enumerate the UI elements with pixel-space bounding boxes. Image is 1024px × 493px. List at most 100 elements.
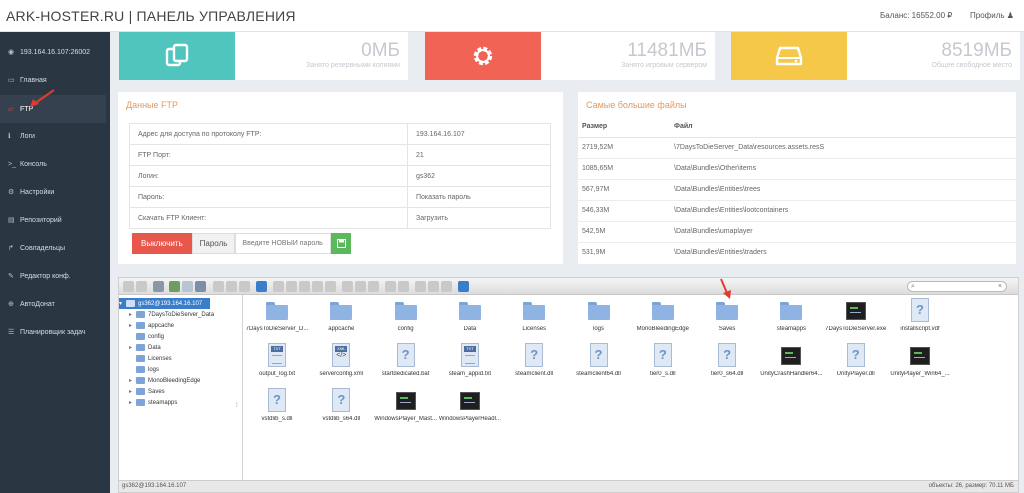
tree-item[interactable]: ▸ Saves <box>129 386 165 397</box>
tree-item[interactable]: ▸ Data <box>129 342 161 353</box>
file-size: 567,97M <box>578 178 670 200</box>
file-name: logs <box>592 326 604 332</box>
red-arrow-annotation <box>30 89 55 107</box>
unknown-file-icon: ? <box>268 388 286 412</box>
sidebar-item-label: Главная <box>20 76 47 84</box>
sidebar-item-settings[interactable]: ⚙ Настройки <box>0 178 106 206</box>
download-icon[interactable] <box>226 281 237 292</box>
save-icon[interactable] <box>195 281 206 292</box>
back-icon[interactable] <box>123 281 134 292</box>
sort-icon[interactable] <box>441 281 452 292</box>
tree-item[interactable]: config <box>129 331 164 342</box>
table-row: FTP Порт: 21 <box>129 144 551 166</box>
tree-label: Licenses <box>148 355 172 362</box>
sidebar-item-label: Консоль <box>20 160 47 168</box>
stat-caption: Общее свободное место <box>931 62 1012 69</box>
executable-icon <box>781 347 802 365</box>
file-name: UnityCrashHandler64... <box>760 371 823 377</box>
folder-icon <box>523 302 546 320</box>
file-grid: 7DaysToDieServer_D... appcache config Data L… <box>243 295 1018 480</box>
close-icon[interactable]: × <box>998 282 1002 291</box>
table-row: 546,33M \Data\Bundles\Entities\lootcontai… <box>578 199 1016 221</box>
help-icon[interactable] <box>458 281 469 292</box>
column-size: Размер <box>578 117 670 138</box>
sidebar-item-logs[interactable]: ℹ Логи <box>0 122 106 150</box>
profile-menu[interactable]: Профиль ♟ <box>970 11 1014 20</box>
tree-item[interactable]: ▸ MonoBleedingEdge <box>129 375 200 386</box>
tree-label: gs362@193.164.16.107 <box>138 300 203 307</box>
view-icon[interactable] <box>273 281 284 292</box>
executable-icon <box>459 392 480 410</box>
tree-item[interactable]: ▸ appcache <box>129 320 174 331</box>
red-arrow-annotation <box>720 278 731 299</box>
file-name: vstdlib_s.dll <box>261 416 293 422</box>
sidebar-item-scheduler[interactable]: ☰ Планировщик задач <box>0 318 106 346</box>
tree-item[interactable]: ▸ 7DaysToDieServer_Data <box>129 309 214 320</box>
file-size: 542,5M <box>578 220 670 242</box>
table-header: Размер Файл <box>578 117 1016 138</box>
stat-card-server: 11481МБ Занято игровым сервером <box>425 32 715 80</box>
download-client-link[interactable]: Загрузить <box>407 207 551 229</box>
forward-icon[interactable] <box>136 281 147 292</box>
table-row: Пароль: Показать пароль <box>129 186 551 208</box>
icons-view-icon[interactable] <box>415 281 426 292</box>
tree-root[interactable]: ▾ gs362@193.164.16.107 <box>119 298 211 309</box>
tree-label: 7DaysToDieServer_Data <box>148 311 215 318</box>
archive-icon[interactable] <box>398 281 409 292</box>
new-password-input[interactable] <box>235 233 332 254</box>
sidebar-item-console[interactable]: >_ Консоль <box>0 150 106 178</box>
sidebar-item-autodonate[interactable]: ⊕ АвтоДонат <box>0 290 106 318</box>
stat-caption: Занято резервными копиями <box>306 62 400 69</box>
ftp-panel-title: Данные FTP <box>126 100 179 110</box>
table-row: 531,9M \Data\Bundles\Entities\traders <box>578 241 1016 263</box>
sidebar-item-label: АвтоДонат <box>20 300 55 308</box>
copy-icon[interactable] <box>286 281 297 292</box>
home-icon[interactable] <box>182 281 193 292</box>
sidebar-item-coowners[interactable]: ↱ Совладельцы <box>0 234 106 262</box>
reload-icon[interactable] <box>169 281 180 292</box>
disable-ftp-button[interactable]: Выключить <box>132 233 192 254</box>
paste-icon[interactable] <box>312 281 323 292</box>
sidebar-item-repository[interactable]: ▤ Репозиторий <box>0 206 106 234</box>
sidebar-item-label: Планировщик задач <box>20 328 86 336</box>
unknown-file-icon: ? <box>911 298 929 322</box>
monitor-icon: ▭ <box>8 77 15 84</box>
tree-item[interactable]: Licenses <box>129 353 172 364</box>
ftp-label: Логин: <box>129 165 408 187</box>
show-password-link[interactable]: Показать пароль <box>407 186 551 208</box>
file-name: appcache <box>328 326 355 332</box>
new-folder-icon[interactable] <box>342 281 353 292</box>
copy-icon <box>119 32 235 80</box>
splitter-handle[interactable]: ⁞ <box>236 403 238 409</box>
open-icon[interactable] <box>213 281 224 292</box>
list-view-icon[interactable] <box>428 281 439 292</box>
tree-item[interactable]: ▸ steamapps <box>129 397 177 408</box>
file-path: \Data\Bundles\Entities\traders <box>670 241 1016 263</box>
new-file-icon[interactable] <box>355 281 366 292</box>
unknown-file-icon: ? <box>525 343 544 367</box>
status-summary: объекты: 26, размер: 70.11 МБ <box>928 483 1014 489</box>
upload-icon[interactable] <box>239 281 250 292</box>
file-search-input[interactable]: ⌕ × <box>907 281 1007 292</box>
save-password-button[interactable] <box>331 233 352 254</box>
file-name: serverconfig.xml <box>319 371 364 377</box>
cut-icon[interactable] <box>299 281 310 292</box>
ftp-label: FTP Порт: <box>129 144 408 166</box>
sidebar-item-config-editor[interactable]: ✎ Редактор конф. <box>0 262 106 290</box>
rename-icon[interactable] <box>368 281 379 292</box>
largest-files-title: Самые большие файлы <box>586 100 687 110</box>
folder-icon <box>587 302 610 320</box>
tree-item[interactable]: logs <box>129 364 159 375</box>
folder-icon <box>266 302 288 320</box>
table-row: 567,97M \Data\Bundles\Entities\trees <box>578 178 1016 200</box>
brand-title[interactable]: ARK-HOSTER.RU | ПАНЕЛЬ УПРАВЛЕНИЯ <box>6 8 296 24</box>
file-name: MonoBleedingEdge <box>636 326 689 332</box>
extract-icon[interactable] <box>385 281 396 292</box>
file-name: tier0_s64.dll <box>710 371 744 377</box>
sidebar-item-server[interactable]: ◉ 193.164.16.107:26002 <box>0 38 106 66</box>
xml-file-icon: XML </> <box>332 343 351 367</box>
up-icon[interactable] <box>153 281 164 292</box>
delete-icon[interactable] <box>325 281 336 292</box>
largest-files-table: Размер Файл 2719,52M \7DaysToDieServer_Dat… <box>578 117 1016 263</box>
info-icon[interactable] <box>256 281 267 292</box>
